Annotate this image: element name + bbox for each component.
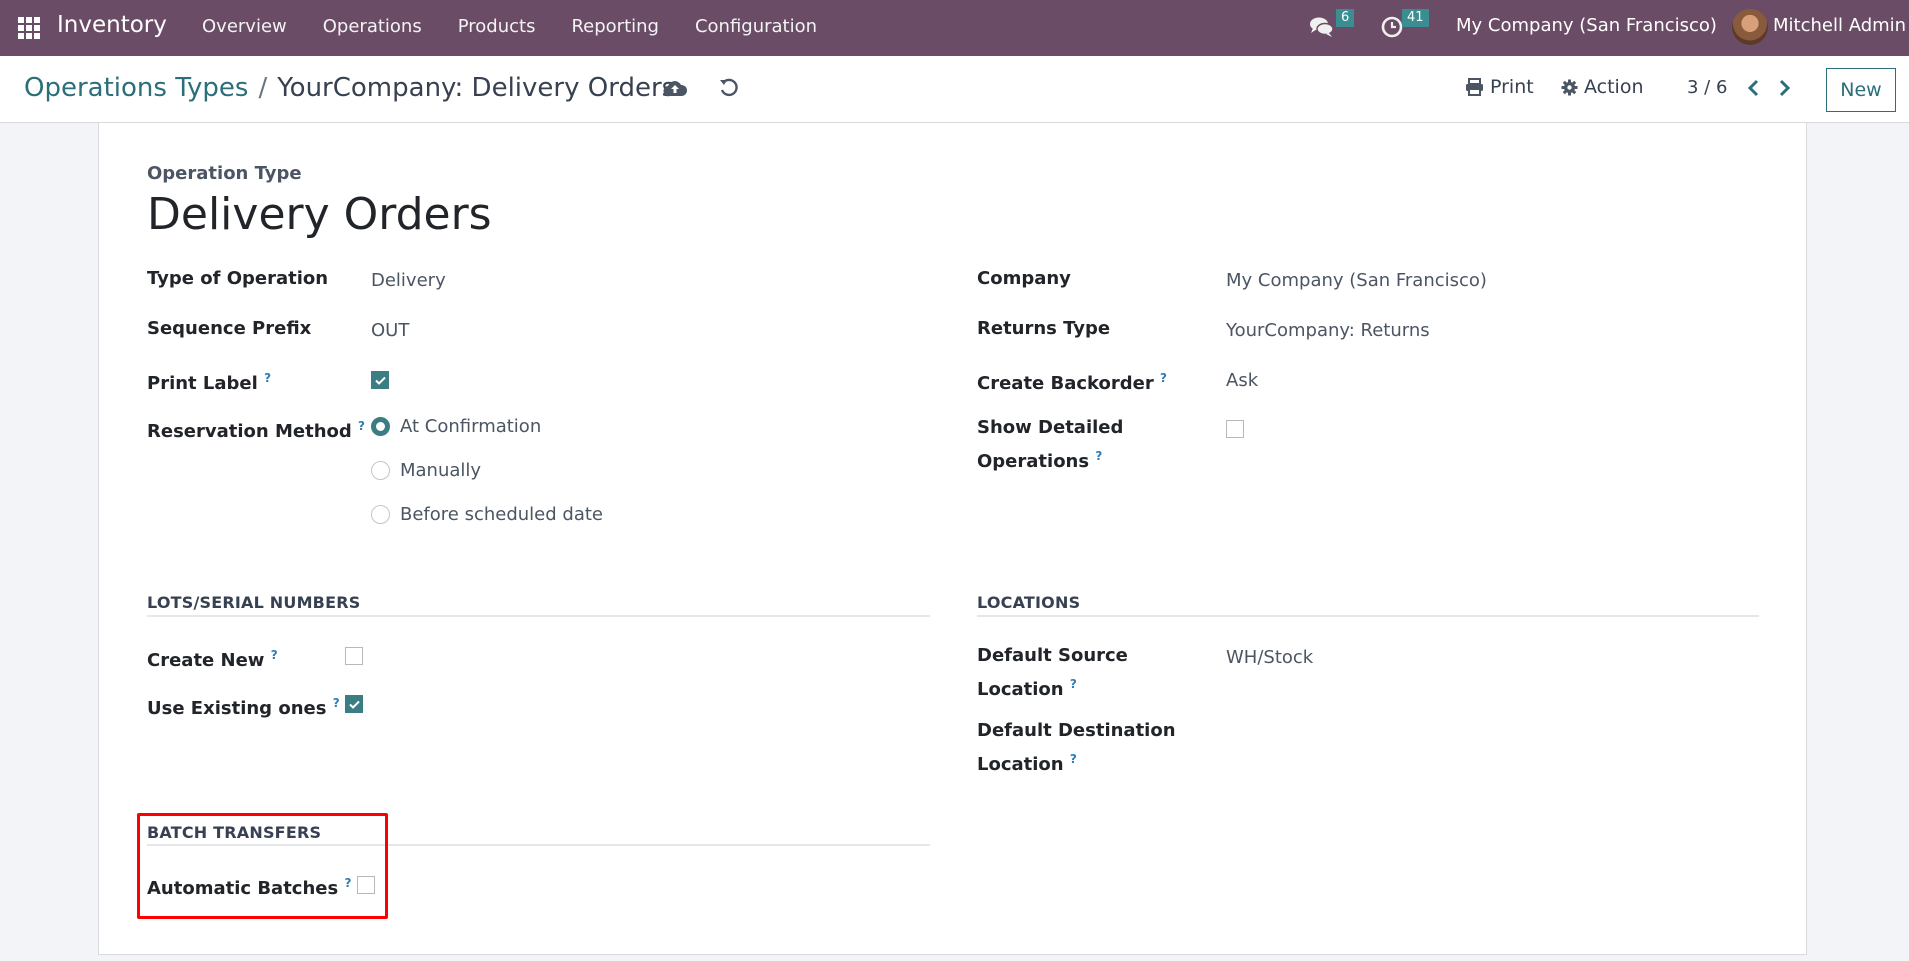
breadcrumb-current: YourCompany: Delivery Orders: [277, 73, 676, 103]
use-existing-text: Use Existing ones: [147, 698, 327, 719]
section-divider: [147, 615, 930, 617]
type-of-operation-label: Type of Operation: [147, 268, 329, 289]
help-icon[interactable]: ?: [1095, 449, 1102, 463]
help-icon[interactable]: ?: [264, 371, 271, 385]
reservation-method-label: Reservation Method ?: [147, 412, 365, 446]
company-label: Company: [977, 268, 1071, 289]
help-icon[interactable]: ?: [1070, 677, 1077, 691]
save-button[interactable]: [663, 79, 688, 97]
pager-value[interactable]: 3 / 6: [1687, 77, 1727, 98]
apps-menu-icon[interactable]: [18, 17, 40, 39]
label-line: Operations: [977, 451, 1090, 472]
breadcrumb-operations-types[interactable]: Operations Types: [24, 73, 248, 103]
radio-unselected[interactable]: [371, 461, 390, 480]
activities-button[interactable]: 41: [1380, 9, 1429, 39]
app-name[interactable]: Inventory: [57, 12, 167, 38]
show-detailed-operations-checkbox[interactable]: [1226, 420, 1244, 438]
default-destination-location-label: Default Destination Location ?: [977, 716, 1176, 779]
new-button[interactable]: New: [1826, 68, 1896, 112]
reservation-option-before-scheduled-date[interactable]: Before scheduled date: [371, 500, 603, 529]
main-menu: Overview Operations Products Reporting C…: [202, 16, 817, 37]
activities-count-badge: 41: [1402, 9, 1429, 27]
section-divider: [977, 615, 1759, 617]
returns-type-field[interactable]: YourCompany: Returns: [1226, 316, 1430, 345]
checkmark-icon: [348, 700, 360, 709]
print-icon: [1466, 78, 1483, 96]
highlight-box: [137, 813, 388, 919]
print-label-checkbox[interactable]: [371, 371, 389, 389]
breadcrumb-separator: /: [258, 73, 268, 103]
clock-icon: [1381, 16, 1403, 38]
breadcrumb: Operations Types / YourCompany: Delivery…: [24, 73, 675, 103]
reservation-option-at-confirmation[interactable]: At Confirmation: [371, 412, 541, 441]
radio-selected[interactable]: [371, 417, 390, 436]
reservation-method-text: Reservation Method: [147, 421, 352, 442]
menu-operations[interactable]: Operations: [323, 16, 422, 37]
locations-section-title: LOCATIONS: [977, 593, 1081, 612]
control-panel: Operations Types / YourCompany: Delivery…: [0, 56, 1909, 123]
pager-previous-button[interactable]: [1746, 78, 1760, 98]
messages-count-badge: 6: [1336, 9, 1355, 27]
pager-next-button[interactable]: [1778, 78, 1792, 98]
operation-type-label: Operation Type: [147, 163, 302, 184]
label-line: Default Source: [977, 645, 1128, 666]
help-icon[interactable]: ?: [1160, 371, 1167, 385]
print-button[interactable]: Print: [1465, 76, 1534, 98]
checkmark-icon: [374, 376, 386, 385]
gear-icon: [1561, 79, 1578, 95]
menu-products[interactable]: Products: [458, 16, 536, 37]
radio-label: Before scheduled date: [400, 504, 603, 525]
print-label-label: Print Label ?: [147, 364, 271, 398]
help-icon[interactable]: ?: [358, 419, 365, 433]
label-line: Location: [977, 754, 1064, 775]
company-switcher[interactable]: My Company (San Francisco): [1456, 15, 1717, 36]
default-source-location-label: Default Source Location ?: [977, 641, 1128, 704]
radio-label: At Confirmation: [400, 416, 542, 437]
help-icon[interactable]: ?: [1070, 752, 1077, 766]
use-existing-checkbox[interactable]: [345, 695, 363, 713]
radio-unselected[interactable]: [371, 505, 390, 524]
chat-icon: [1310, 17, 1334, 37]
default-source-location-field[interactable]: WH/Stock: [1226, 643, 1313, 672]
create-backorder-field[interactable]: Ask: [1226, 366, 1258, 395]
user-menu[interactable]: Mitchell Admin: [1773, 15, 1906, 36]
default-destination-location-field[interactable]: [1226, 718, 1526, 747]
create-backorder-label: Create Backorder ?: [977, 364, 1167, 398]
print-label-text: Print Label: [147, 373, 258, 394]
discard-button[interactable]: [718, 77, 740, 99]
show-detailed-operations-label: Show Detailed Operations ?: [977, 413, 1123, 476]
radio-label: Manually: [400, 460, 482, 481]
help-icon[interactable]: ?: [271, 648, 278, 662]
cloud-upload-icon: [663, 81, 688, 97]
messages-button[interactable]: 6: [1309, 9, 1355, 38]
type-of-operation-field[interactable]: Delivery: [371, 266, 446, 295]
user-avatar[interactable]: [1732, 9, 1768, 45]
print-label: Print: [1490, 76, 1534, 98]
help-icon[interactable]: ?: [333, 696, 340, 710]
create-new-checkbox[interactable]: [345, 647, 363, 665]
menu-reporting[interactable]: Reporting: [571, 16, 659, 37]
chevron-left-icon: [1747, 79, 1759, 97]
sequence-prefix-label: Sequence Prefix: [147, 318, 312, 339]
reservation-option-manually[interactable]: Manually: [371, 456, 481, 485]
lots-section-title: LOTS/SERIAL NUMBERS: [147, 593, 361, 612]
chevron-right-icon: [1779, 79, 1791, 97]
create-backorder-text: Create Backorder: [977, 373, 1154, 394]
action-button[interactable]: Action: [1561, 76, 1644, 98]
returns-type-label: Returns Type: [977, 318, 1111, 339]
operation-type-name[interactable]: Delivery Orders: [147, 189, 492, 240]
sequence-prefix-field[interactable]: OUT: [371, 316, 409, 345]
company-field[interactable]: My Company (San Francisco): [1226, 266, 1487, 295]
label-line: Default Destination: [977, 720, 1176, 741]
label-line: Location: [977, 679, 1064, 700]
action-label: Action: [1584, 76, 1644, 98]
menu-overview[interactable]: Overview: [202, 16, 287, 37]
use-existing-label: Use Existing ones ?: [147, 689, 340, 723]
top-navbar: Inventory Overview Operations Products R…: [0, 0, 1909, 56]
menu-configuration[interactable]: Configuration: [695, 16, 817, 37]
create-new-label: Create New ?: [147, 641, 278, 675]
label-line: Show Detailed: [977, 417, 1124, 438]
undo-icon: [720, 78, 738, 97]
create-new-text: Create New: [147, 650, 265, 671]
